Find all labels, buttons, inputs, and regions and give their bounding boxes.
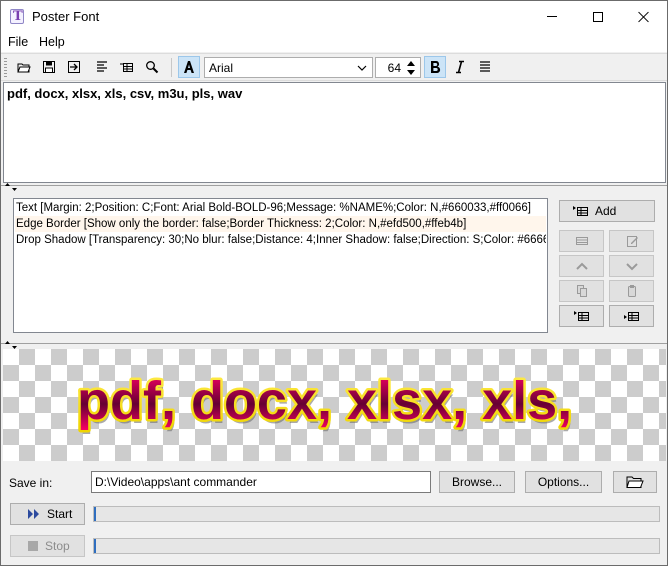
stop-label: Stop (45, 539, 70, 553)
spin-down-icon[interactable] (404, 68, 418, 77)
maximize-button[interactable] (575, 1, 621, 32)
zoom-button[interactable] (141, 56, 163, 78)
toolbar-grip[interactable] (4, 58, 7, 77)
save-path-value: D:\Video\apps\ant commander (95, 475, 257, 489)
zoom-icon (146, 61, 159, 74)
effect-row-text[interactable]: Text [Margin: 2;Position: C;Font: Arial … (15, 200, 546, 216)
stop-icon (28, 541, 38, 551)
font-size-value: 64 (387, 61, 401, 75)
align-left-button[interactable] (91, 56, 113, 78)
save-in-label: Save in: (9, 476, 53, 490)
options-label: Options... (537, 475, 590, 489)
preview-text-graphic: pdf, docx, xlsx, xls, pdf, docx, xlsx, x… (75, 369, 575, 436)
options-button[interactable]: Options... (525, 471, 602, 493)
move-up-button[interactable] (559, 255, 604, 277)
save-button[interactable] (38, 56, 60, 78)
copy-icon (576, 285, 587, 297)
font-size-spinner[interactable]: 64 (375, 57, 421, 78)
font-color-icon (184, 61, 194, 73)
chevron-up-icon (575, 262, 588, 270)
start-label: Start (47, 507, 73, 521)
font-name-select[interactable]: Arial (204, 57, 373, 78)
edit-effect-button[interactable] (609, 230, 654, 252)
copy-effect-button[interactable] (559, 280, 604, 302)
chevron-down-icon (357, 65, 367, 71)
splitter-arrows-icon (5, 183, 17, 191)
table-insert-icon (573, 311, 589, 321)
italic-icon (456, 60, 464, 74)
close-icon (638, 11, 650, 23)
add-effect-label: Add (595, 204, 617, 218)
menu-file[interactable]: File (8, 35, 28, 49)
add-effect-button[interactable]: Add (559, 200, 655, 222)
folder-icon (626, 476, 644, 488)
save-path-input[interactable]: D:\Video\apps\ant commander (91, 471, 431, 493)
justify-icon (480, 61, 490, 72)
toolbar: Arial 64 (1, 53, 667, 81)
table-icon (120, 63, 133, 72)
stop-button[interactable]: Stop (10, 535, 85, 557)
progress-edge (94, 507, 96, 521)
minimize-icon (547, 16, 557, 17)
toolbar-separator (171, 58, 172, 77)
bold-button[interactable] (424, 56, 446, 78)
table-insert-icon (623, 312, 639, 321)
preview-canvas: pdf, docx, xlsx, xls, pdf, docx, xlsx, x… (3, 349, 666, 461)
font-color-button[interactable] (178, 56, 200, 78)
browse-label: Browse... (451, 475, 502, 489)
menu-help[interactable]: Help (39, 35, 65, 49)
edit-icon (626, 236, 638, 247)
table-button[interactable] (116, 56, 138, 78)
open-icon (17, 63, 31, 73)
export-icon (68, 61, 80, 73)
remove-effect-button[interactable] (559, 230, 604, 252)
preview-main-text: pdf, docx, xlsx, xls, (77, 371, 572, 431)
browse-button[interactable]: Browse... (439, 471, 515, 493)
effects-list[interactable]: Text [Margin: 2;Position: C;Font: Arial … (13, 198, 548, 333)
maximize-icon (593, 11, 603, 22)
chevron-down-icon (625, 263, 638, 271)
text-editor[interactable]: pdf, docx, xlsx, xls, csv, m3u, pls, wav (3, 82, 666, 183)
save-icon (43, 61, 55, 73)
effect-row-edge-border[interactable]: Edge Border [Show only the border: false… (15, 216, 546, 232)
minimize-button[interactable] (529, 1, 575, 32)
paste-icon (627, 285, 636, 297)
text-content: pdf, docx, xlsx, xls, csv, m3u, pls, wav (7, 86, 243, 101)
add-effect-icon (573, 206, 588, 216)
play-icon (28, 509, 39, 519)
start-button[interactable]: Start (10, 503, 85, 525)
progress-bar-main (93, 506, 660, 522)
main-window: T Poster Font File Help Arial 64 pdf, do… (0, 0, 668, 566)
export-button[interactable] (63, 56, 85, 78)
effect-row-drop-shadow[interactable]: Drop Shadow [Transparency: 30;No blur: f… (15, 232, 546, 248)
insert-before-button[interactable] (559, 305, 604, 327)
window-title: Poster Font (32, 9, 100, 24)
move-down-button[interactable] (609, 255, 654, 277)
close-button[interactable] (621, 1, 667, 32)
splitter-arrows-icon (5, 341, 17, 349)
title-bar: T Poster Font (1, 1, 667, 32)
open-button[interactable] (13, 56, 35, 78)
italic-button[interactable] (449, 56, 471, 78)
align-left-icon (97, 61, 107, 72)
spin-up-icon[interactable] (404, 59, 418, 68)
open-folder-button[interactable] (613, 471, 657, 493)
menu-bar: File Help (1, 32, 667, 52)
bold-icon (431, 61, 441, 74)
app-icon: T (10, 9, 24, 24)
splitter-top[interactable] (1, 183, 667, 191)
paste-effect-button[interactable] (609, 280, 654, 302)
font-name-value: Arial (209, 61, 234, 75)
insert-after-button[interactable] (609, 305, 654, 327)
table-remove-icon (575, 237, 588, 245)
progress-edge (94, 539, 96, 553)
progress-bar-secondary (93, 538, 660, 554)
justify-button[interactable] (474, 56, 496, 78)
